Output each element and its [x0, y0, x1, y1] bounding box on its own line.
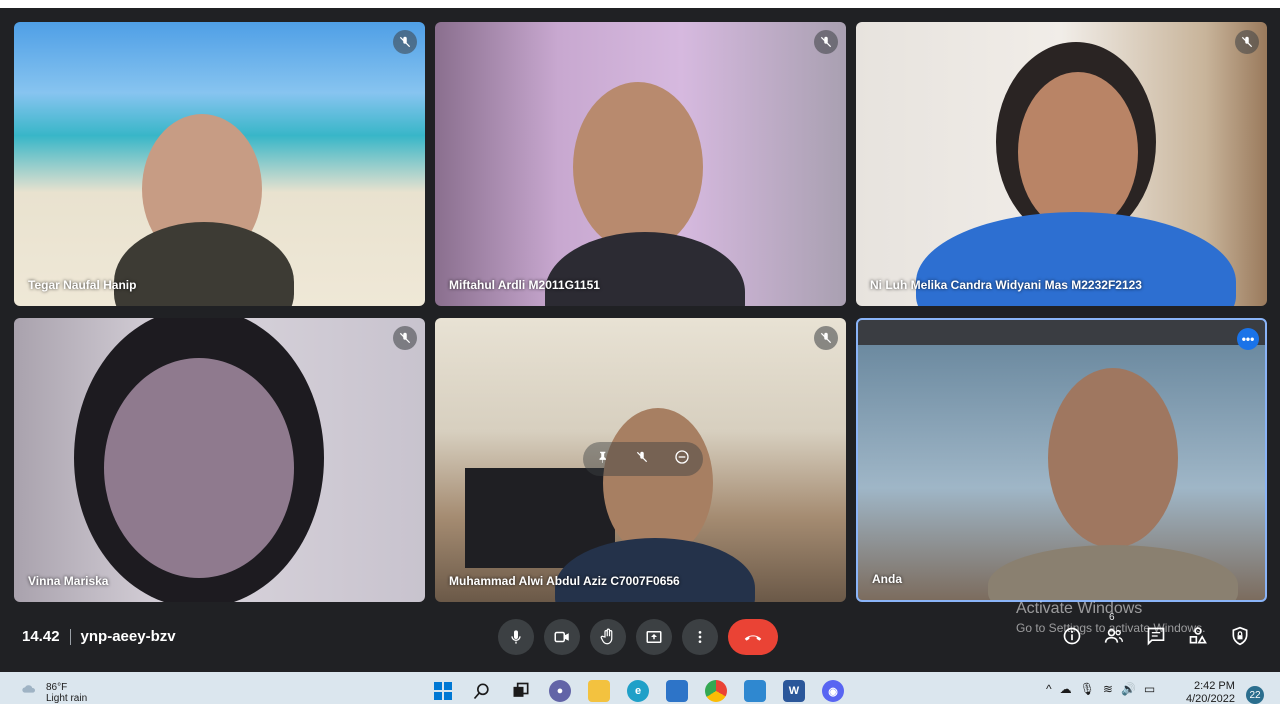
top-strip: [0, 0, 1280, 8]
participant-video: [603, 408, 713, 558]
video-tile-5[interactable]: Muhammad Alwi Abdul Aziz C7007F0656: [435, 318, 846, 602]
activation-subtitle: Go to Settings to activate Windows.: [1016, 621, 1206, 635]
weather-widget[interactable]: 86°F Light rain: [20, 682, 87, 704]
participant-video: [573, 82, 703, 252]
video-tile-4[interactable]: Vinna Mariska: [14, 318, 425, 602]
mic-off-icon: [393, 326, 417, 350]
participant-name: Tegar Naufal Hanip: [28, 278, 137, 292]
tile-hover-controls: [583, 442, 703, 476]
word-icon[interactable]: W: [783, 680, 805, 702]
discord-icon[interactable]: ◉: [822, 680, 844, 702]
participant-name: Ni Luh Melika Candra Widyani Mas M2232F2…: [870, 278, 1142, 292]
participant-video: [1048, 368, 1178, 548]
camera-icon: [554, 631, 569, 643]
participant-name: Anda: [872, 572, 902, 586]
more-options-button[interactable]: [682, 619, 718, 655]
leave-call-button[interactable]: [728, 619, 778, 655]
participant-video: [104, 358, 294, 578]
windows-start-icon[interactable]: [432, 680, 454, 702]
windows-activation-watermark: Activate Windows Go to Settings to activ…: [1016, 600, 1205, 635]
mic-icon: [511, 630, 521, 644]
more-vert-icon: [698, 631, 702, 643]
mic-off-icon: [1235, 30, 1259, 54]
hand-icon: [600, 628, 613, 645]
chevron-up-icon[interactable]: ^: [1046, 682, 1052, 696]
battery-icon[interactable]: ▭: [1144, 682, 1155, 696]
video-tile-2[interactable]: Miftahul Ardli M2011G1151: [435, 22, 846, 306]
host-controls-button[interactable]: [1228, 624, 1252, 648]
camera-button[interactable]: [544, 619, 580, 655]
notification-badge[interactable]: 22: [1246, 686, 1264, 704]
wifi-icon[interactable]: ≋: [1103, 682, 1113, 696]
volume-icon[interactable]: 🔊: [1121, 682, 1136, 696]
mic-button[interactable]: [498, 619, 534, 655]
remove-participant-icon[interactable]: [674, 449, 690, 470]
mic-off-icon: [814, 30, 838, 54]
clock-date: 4/20/2022: [1186, 693, 1235, 704]
edge-icon[interactable]: e: [627, 680, 649, 702]
microsoft-store-icon[interactable]: [666, 680, 688, 702]
mic-off-icon: [814, 326, 838, 350]
notepad-icon[interactable]: [744, 680, 766, 702]
mic-off-icon: [393, 30, 417, 54]
participant-name: Miftahul Ardli M2011G1151: [449, 278, 600, 292]
video-grid: Tegar Naufal Hanip Miftahul Ardli M2011G…: [14, 22, 1267, 602]
meeting-code[interactable]: ynp-aeey-bzv: [81, 628, 176, 645]
meeting-time: 14.42: [22, 628, 60, 645]
meeting-info: 14.42 ynp-aeey-bzv: [22, 628, 176, 646]
clock-time: 2:42 PM: [1193, 680, 1235, 692]
video-tile-self[interactable]: ••• Anda: [856, 318, 1267, 602]
teams-chat-icon[interactable]: ●: [549, 680, 571, 702]
cloud-rain-icon: [22, 685, 36, 693]
file-explorer-icon[interactable]: [588, 680, 610, 702]
shield-lock-icon: [1232, 626, 1248, 646]
participant-name: Vinna Mariska: [28, 574, 109, 588]
video-tile-1[interactable]: Tegar Naufal Hanip: [14, 22, 425, 306]
task-view-icon[interactable]: [510, 680, 532, 702]
weather-temp: 86°F: [46, 682, 68, 693]
chrome-icon[interactable]: [705, 680, 727, 702]
call-controls: [498, 619, 778, 655]
pin-icon[interactable]: [596, 450, 610, 469]
windows-taskbar: 86°F Light rain ● e W ◉ ^ ☁ 🎙 ≋ 🔊 ▭ 2:42…: [0, 672, 1280, 704]
present-icon: [646, 631, 662, 643]
more-options-icon[interactable]: •••: [1237, 328, 1259, 350]
system-tray: ^ ☁ 🎙 ≋ 🔊 ▭: [1046, 682, 1155, 696]
taskbar-apps: ● e W ◉: [432, 680, 844, 702]
video-tile-3[interactable]: Ni Luh Melika Candra Widyani Mas M2232F2…: [856, 22, 1267, 306]
divider: [69, 629, 71, 646]
participant-name: Muhammad Alwi Abdul Aziz C7007F0656: [449, 574, 680, 588]
present-button[interactable]: [636, 619, 672, 655]
microphone-icon[interactable]: 🎙: [1080, 682, 1095, 696]
activation-title: Activate Windows: [1016, 600, 1143, 617]
onedrive-icon[interactable]: ☁: [1060, 682, 1072, 696]
taskbar-clock[interactable]: 2:42 PM 4/20/2022: [1186, 680, 1235, 704]
end-call-icon: [744, 635, 762, 641]
search-icon[interactable]: [471, 680, 493, 702]
participant-video: [1018, 72, 1138, 232]
mute-participant-icon[interactable]: [635, 450, 649, 469]
weather-desc: Light rain: [46, 693, 88, 704]
raise-hand-button[interactable]: [590, 619, 626, 655]
